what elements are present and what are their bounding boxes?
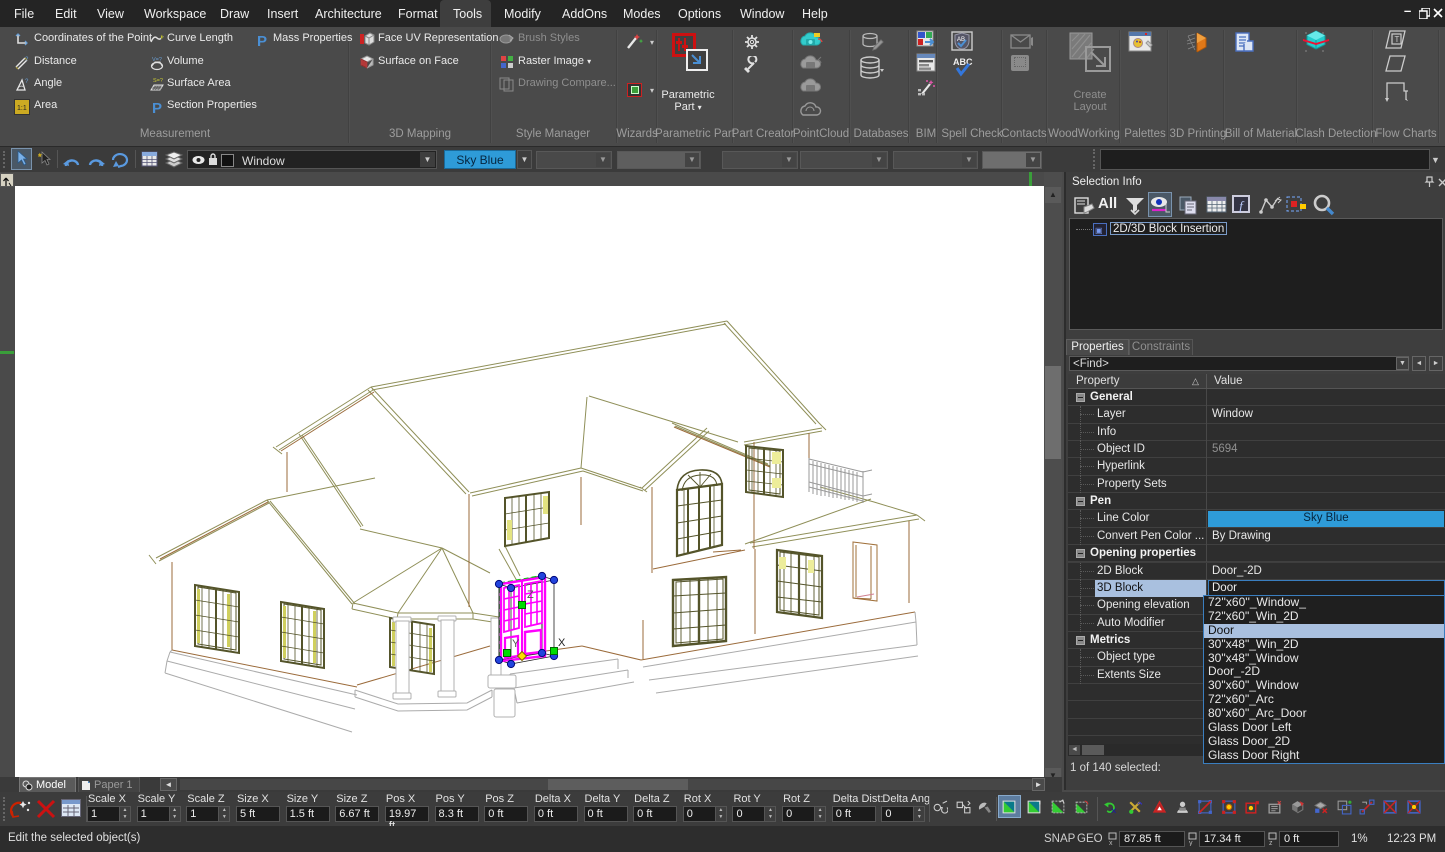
svg-text:z: z bbox=[1269, 840, 1273, 846]
svg-text:P: P bbox=[152, 100, 162, 115]
svg-text:Z: Z bbox=[527, 589, 534, 601]
svg-text:P: P bbox=[257, 33, 267, 48]
svg-text:ABC: ABC bbox=[953, 57, 973, 67]
svg-text:?: ? bbox=[25, 79, 29, 85]
svg-text:y: y bbox=[1189, 840, 1193, 846]
svg-text:x: x bbox=[1109, 840, 1113, 846]
svg-text:S=?: S=? bbox=[153, 78, 163, 84]
svg-text:V=?: V=? bbox=[152, 57, 162, 63]
svg-text:?: ? bbox=[25, 57, 29, 63]
svg-text:Y: Y bbox=[512, 638, 520, 650]
svg-text:T: T bbox=[1395, 35, 1400, 44]
svg-text:X: X bbox=[558, 637, 566, 649]
